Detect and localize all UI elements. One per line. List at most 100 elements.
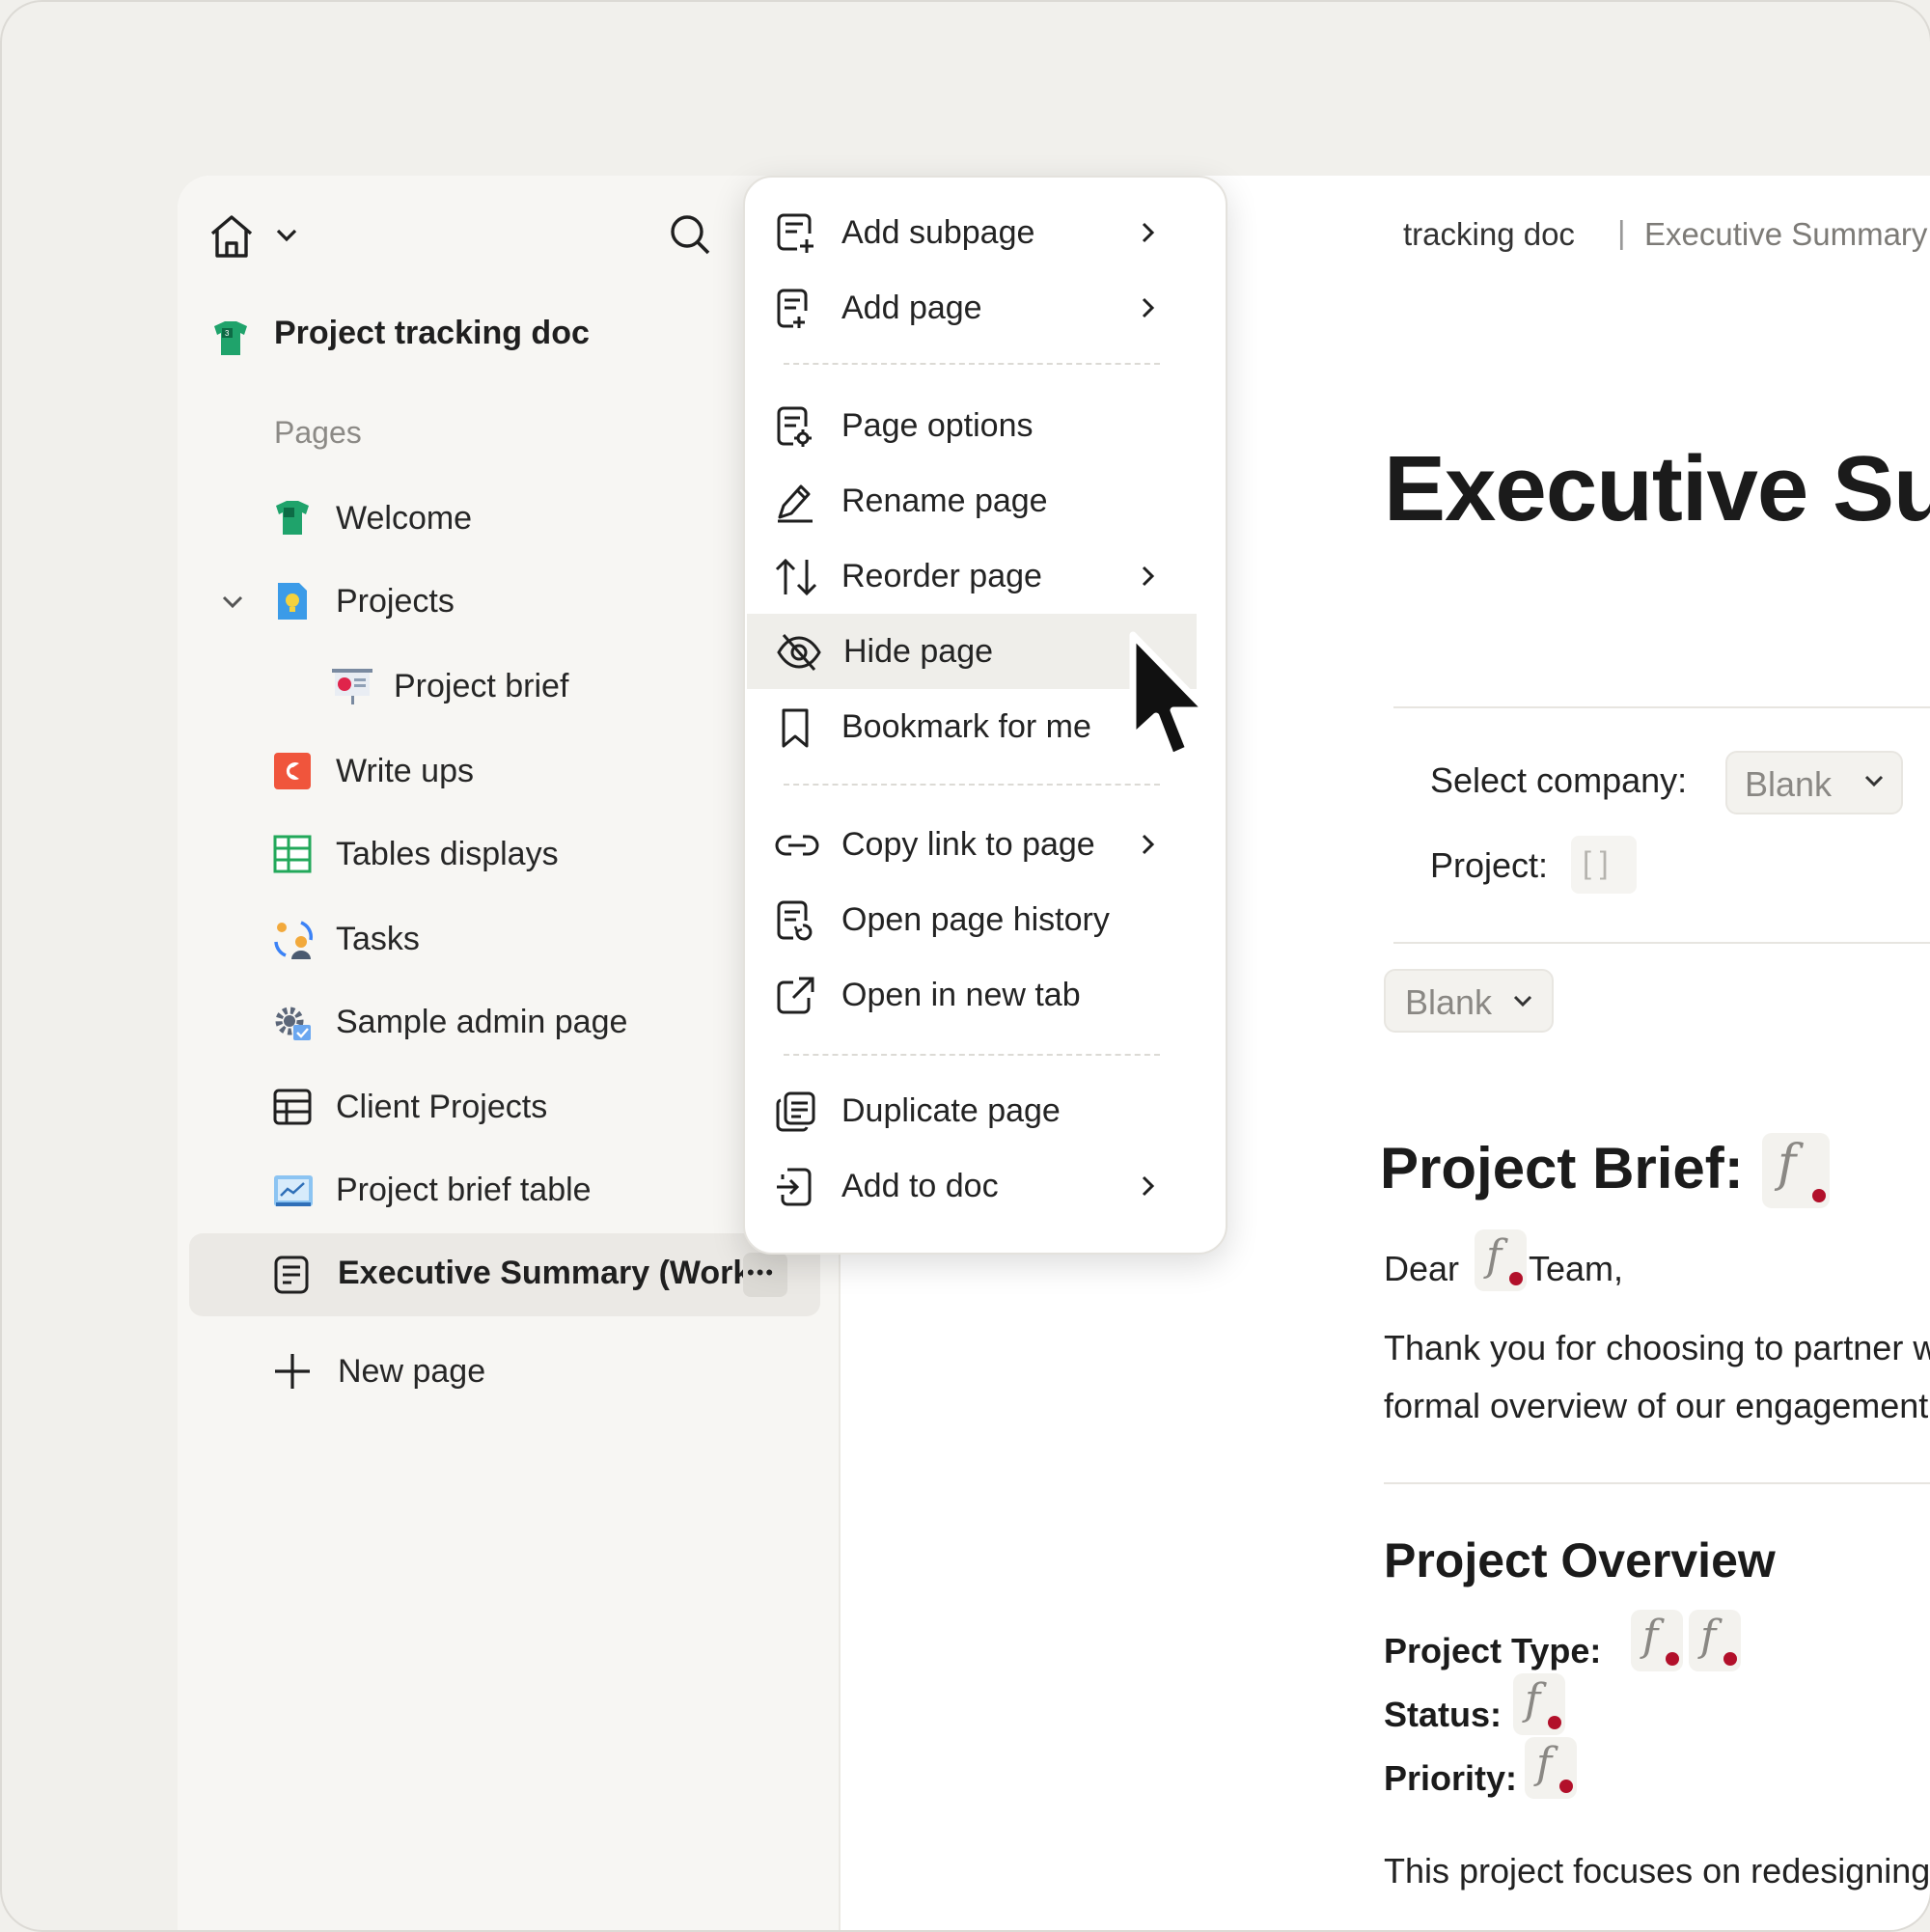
- more-options-button[interactable]: •••: [743, 1253, 787, 1297]
- new-page-button[interactable]: New page: [272, 1339, 774, 1397]
- blank-dropdown[interactable]: Blank: [1384, 969, 1554, 1033]
- formula-chip[interactable]: f: [1689, 1610, 1741, 1671]
- menu-item-rename-page[interactable]: Rename page: [745, 463, 1199, 538]
- breadcrumb-separator: |: [1617, 214, 1626, 250]
- menu-item-label: Add subpage: [841, 214, 1035, 251]
- table-icon: [272, 1087, 313, 1127]
- add-to-doc-icon: [774, 1166, 816, 1208]
- mouse-cursor-icon: [1127, 631, 1224, 786]
- formula-icon: f: [1700, 1612, 1717, 1661]
- page-title: Executive Summ: [1384, 437, 1930, 540]
- sidebar: 3 Project tracking doc Pages Welcome Pro…: [178, 176, 841, 1930]
- sidebar-item-label: Client Projects: [336, 1089, 548, 1125]
- chevron-down-icon: [1511, 992, 1534, 1011]
- add-subpage-icon: [774, 212, 816, 255]
- menu-item-page-options[interactable]: Page options: [745, 388, 1199, 463]
- formula-icon: f: [1525, 1675, 1541, 1725]
- add-page-icon: [774, 288, 816, 330]
- page-options-icon: [774, 405, 816, 448]
- menu-item-label: Open in new tab: [841, 977, 1081, 1013]
- menu-item-label: Add page: [841, 290, 982, 326]
- menu-item-label: Hide page: [843, 633, 994, 670]
- breadcrumb-doc[interactable]: tracking doc: [1403, 216, 1575, 253]
- menu-item-reorder-page[interactable]: Reorder page: [745, 538, 1199, 614]
- focus-text: This project focuses on redesigning your…: [1384, 1851, 1930, 1891]
- formula-chip[interactable]: f: [1475, 1229, 1527, 1291]
- doc-title[interactable]: Project tracking doc: [274, 315, 590, 352]
- menu-item-label: Add to doc: [841, 1168, 999, 1204]
- page-icon: [272, 1255, 313, 1295]
- menu-item-add-subpage[interactable]: Add subpage: [745, 195, 1199, 270]
- select-company-value: Blank: [1745, 764, 1833, 804]
- link-icon: [774, 824, 819, 867]
- blank-dropdown-value: Blank: [1405, 982, 1493, 1022]
- thanks-line-1: Thank you for choosing to partner with u…: [1384, 1328, 1930, 1367]
- sidebar-item-projects[interactable]: Projects: [272, 569, 774, 627]
- sidebar-item-label: Tables displays: [336, 836, 559, 872]
- sidebar-item-label: Write ups: [336, 753, 474, 789]
- formula-chip[interactable]: f: [1762, 1133, 1830, 1208]
- chevron-right-icon: [1135, 1173, 1160, 1199]
- select-company-label: Select company:: [1430, 760, 1688, 800]
- select-company-dropdown[interactable]: Blank: [1725, 751, 1903, 814]
- menu-item-add-to-doc[interactable]: Add to doc: [745, 1148, 1199, 1224]
- menu-item-label: Reorder page: [841, 558, 1042, 594]
- sidebar-item-welcome[interactable]: Welcome: [272, 486, 774, 544]
- sidebar-item-tables-displays[interactable]: Tables displays: [272, 822, 774, 880]
- menu-item-label: Copy link to page: [841, 826, 1095, 863]
- expand-chevron-icon[interactable]: [220, 593, 245, 612]
- menu-item-label: Rename page: [841, 483, 1048, 519]
- document-area: tracking doc | Executive Summary (Work i…: [1380, 176, 1930, 1930]
- sidebar-item-executive-summary[interactable]: Executive Summary (Work •••: [189, 1233, 820, 1316]
- status-label: Status:: [1384, 1695, 1503, 1734]
- sidebar-item-tasks[interactable]: Tasks: [272, 907, 774, 965]
- header-divider: [1393, 706, 1930, 708]
- sidebar-item-label: Project brief table: [336, 1172, 592, 1208]
- menu-item-copy-link[interactable]: Copy link to page: [745, 807, 1199, 882]
- project-overview-heading: Project Overview: [1384, 1533, 1776, 1587]
- window-frame: 3 Project tracking doc Pages Welcome Pro…: [0, 0, 1930, 1932]
- search-icon[interactable]: [668, 212, 714, 259]
- menu-item-label: Duplicate page: [841, 1092, 1061, 1129]
- chevron-down-icon: [1862, 772, 1886, 791]
- formula-chip[interactable]: f: [1631, 1610, 1683, 1671]
- team-text: Team,: [1529, 1249, 1624, 1288]
- table-grid-icon: [272, 834, 313, 874]
- formula-icon: f: [1642, 1612, 1659, 1661]
- project-field[interactable]: [ ]: [1571, 836, 1637, 894]
- sidebar-item-label: Sample admin page: [336, 1004, 628, 1040]
- write-ups-icon: [272, 751, 313, 791]
- sidebar-item-write-ups[interactable]: Write ups: [272, 739, 774, 797]
- sidebar-item-sample-admin-page[interactable]: Sample admin page: [272, 990, 774, 1048]
- project-brief-heading: Project Brief:: [1380, 1136, 1744, 1201]
- sidebar-item-project-brief-table[interactable]: Project brief table: [272, 1158, 774, 1216]
- menu-item-duplicate-page[interactable]: Duplicate page: [745, 1073, 1199, 1148]
- more-dots-icon: •••: [747, 1260, 776, 1284]
- pencil-icon: [774, 481, 816, 523]
- sidebar-item-label: Tasks: [336, 921, 420, 957]
- breadcrumb-page[interactable]: Executive Summary (Work in Pr: [1644, 216, 1930, 253]
- formula-icon: f: [1778, 1135, 1797, 1193]
- chevron-right-icon: [1135, 564, 1160, 589]
- menu-item-open-page-history[interactable]: Open page history: [745, 882, 1199, 957]
- priority-label: Priority:: [1384, 1758, 1518, 1798]
- menu-separator: [784, 1054, 1160, 1056]
- menu-item-label: Open page history: [841, 901, 1110, 938]
- project-label: Project:: [1430, 845, 1549, 885]
- menu-item-add-page[interactable]: Add page: [745, 270, 1199, 345]
- sidebar-item-label: Executive Summary (Work: [338, 1255, 752, 1291]
- duplicate-icon: [774, 1090, 816, 1133]
- sidebar-item-client-projects[interactable]: Client Projects: [272, 1075, 774, 1133]
- external-link-icon: [774, 975, 816, 1017]
- chevron-down-icon[interactable]: [274, 226, 299, 245]
- formula-chip[interactable]: f: [1513, 1673, 1565, 1735]
- formula-icon: f: [1486, 1231, 1503, 1281]
- chevron-right-icon: [1135, 295, 1160, 320]
- formula-chip[interactable]: f: [1525, 1737, 1577, 1799]
- bookmark-icon: [774, 706, 816, 749]
- menu-item-open-in-new-tab[interactable]: Open in new tab: [745, 957, 1199, 1033]
- eye-off-icon: [776, 631, 821, 674]
- project-value: [ ]: [1583, 845, 1609, 880]
- chevron-right-icon: [1135, 832, 1160, 857]
- home-icon[interactable]: [207, 212, 257, 261]
